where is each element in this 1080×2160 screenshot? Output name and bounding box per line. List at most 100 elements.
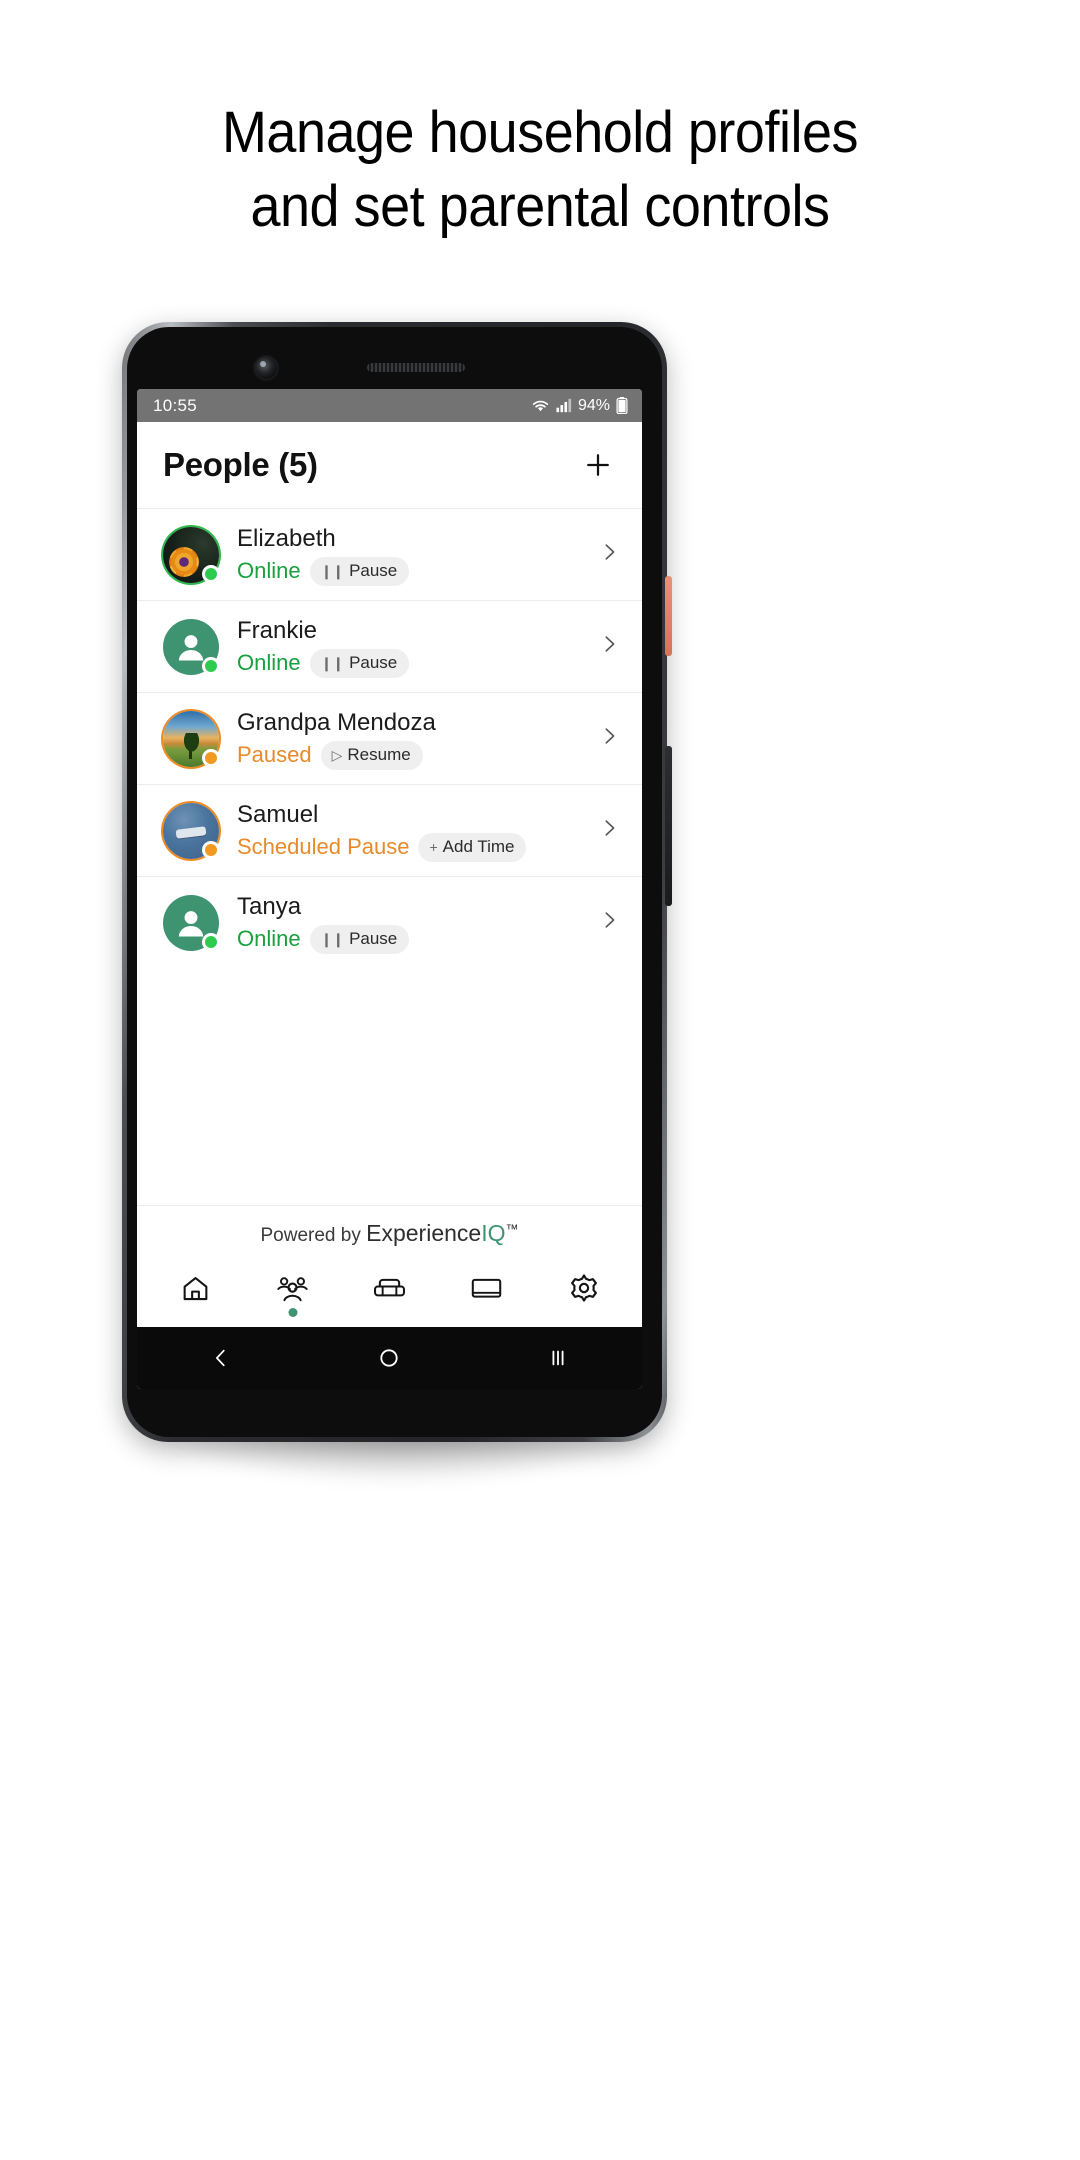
wifi-icon <box>532 400 549 412</box>
row-content: Grandpa Mendoza Paused ▷ Resume <box>237 708 588 770</box>
earpiece-speaker <box>367 363 465 372</box>
status-bar-time: 10:55 <box>153 395 198 415</box>
row-content: Frankie Online ❙❙ Pause <box>237 616 588 678</box>
chevron-right-icon[interactable] <box>598 909 620 936</box>
people-list: Elizabeth Online ❙❙ Pause Frankie Online… <box>137 508 642 968</box>
active-tab-indicator <box>288 1308 297 1317</box>
person-status-row: Online ❙❙ Pause <box>237 556 588 586</box>
battery-percent-label: 94% <box>577 396 610 414</box>
app-title: People (5) <box>163 446 318 483</box>
chevron-right-icon[interactable] <box>598 633 620 660</box>
front-camera-icon <box>255 357 277 379</box>
table-row[interactable]: Tanya Online ❙❙ Pause <box>137 876 642 968</box>
pause-icon: ❙❙ <box>320 930 345 947</box>
tab-people[interactable] <box>262 1260 324 1317</box>
phone-bezel: 10:55 94% People (5) Elizabeth Online ❙❙… <box>127 327 662 1437</box>
status-bar-icons: 94% <box>531 397 628 415</box>
person-name: Grandpa Mendoza <box>237 708 436 736</box>
tab-home[interactable] <box>165 1260 227 1316</box>
chevron-right-icon[interactable] <box>598 541 620 568</box>
home-circle-icon <box>380 1349 399 1367</box>
android-home-button[interactable] <box>354 1336 424 1380</box>
person-status-row: Online ❙❙ Pause <box>237 924 588 954</box>
pause-button-label: Pause <box>349 652 398 672</box>
home-icon <box>183 1276 208 1300</box>
tab-places[interactable] <box>359 1260 421 1316</box>
person-name: Elizabeth <box>237 524 336 552</box>
gear-icon <box>570 1274 597 1302</box>
volume-button[interactable] <box>665 746 672 906</box>
avatar <box>163 618 220 675</box>
status-dot-online <box>202 932 220 951</box>
person-name: Tanya <box>237 892 302 920</box>
person-status-row: Online ❙❙ Pause <box>237 648 588 678</box>
table-row[interactable]: Frankie Online ❙❙ Pause <box>137 600 642 692</box>
status-label: Online <box>237 558 301 583</box>
page-title: Manage household profiles and set parent… <box>38 96 1042 244</box>
add-time-button-label: Add Time <box>442 836 515 856</box>
status-label: Paused <box>237 742 312 767</box>
empty-list-area <box>137 968 642 1205</box>
chevron-right-icon[interactable] <box>598 817 620 844</box>
headline-line-2: and set parental controls <box>250 174 830 239</box>
row-content: Tanya Online ❙❙ Pause <box>237 892 588 954</box>
brand-name-experience: Experience <box>366 1220 482 1246</box>
status-label: Online <box>237 926 301 951</box>
bottom-tab-bar <box>137 1253 642 1327</box>
avatar <box>163 710 220 767</box>
android-recents-button[interactable] <box>523 1336 593 1380</box>
avatar <box>163 526 220 583</box>
monitor-icon <box>471 1278 502 1298</box>
android-navigation-bar <box>137 1327 642 1389</box>
trademark-symbol: ™ <box>505 1221 519 1237</box>
power-button[interactable] <box>665 576 672 656</box>
back-icon <box>216 1349 225 1367</box>
row-content: Elizabeth Online ❙❙ Pause <box>237 524 588 586</box>
pause-button[interactable]: ❙❙ Pause <box>309 556 410 586</box>
avatar <box>163 894 220 951</box>
pause-icon: ❙❙ <box>320 562 345 579</box>
plus-icon: + <box>429 838 438 855</box>
people-group-icon <box>277 1276 308 1301</box>
avatar <box>163 802 220 859</box>
person-status-row: Paused ▷ Resume <box>237 740 588 770</box>
chevron-right-icon[interactable] <box>598 725 620 752</box>
status-bar: 10:55 94% <box>137 389 642 422</box>
app-header: People (5) <box>137 422 642 508</box>
pause-button[interactable]: ❙❙ Pause <box>309 648 410 678</box>
pause-button[interactable]: ❙❙ Pause <box>309 924 410 954</box>
pause-button-label: Pause <box>349 560 398 580</box>
battery-icon <box>616 397 628 414</box>
person-name: Frankie <box>237 616 318 644</box>
table-row[interactable]: Samuel Scheduled Pause + Add Time <box>137 784 642 876</box>
pause-button-label: Pause <box>349 928 398 948</box>
resume-button-label: Resume <box>347 744 411 764</box>
tab-devices[interactable] <box>456 1260 518 1316</box>
plus-icon <box>587 454 609 476</box>
table-row[interactable]: Elizabeth Online ❙❙ Pause <box>137 508 642 600</box>
add-time-button[interactable]: + Add Time <box>418 832 527 862</box>
cellular-signal-icon <box>556 398 572 413</box>
powered-by-footer: Powered by ExperienceIQ™ <box>137 1205 642 1253</box>
row-content: Samuel Scheduled Pause + Add Time <box>237 800 588 862</box>
status-dot-paused <box>202 840 220 859</box>
recents-icon <box>552 1350 564 1366</box>
status-dot-paused <box>202 748 220 767</box>
play-icon: ▷ <box>331 746 343 763</box>
pause-icon: ❙❙ <box>320 654 345 671</box>
sofa-icon <box>374 1278 405 1296</box>
android-back-button[interactable] <box>186 1336 256 1380</box>
brand-name-iq: IQ <box>481 1220 506 1246</box>
resume-button[interactable]: ▷ Resume <box>320 740 423 770</box>
status-label: Online <box>237 650 301 675</box>
status-label: Scheduled Pause <box>237 834 410 859</box>
table-row[interactable]: Grandpa Mendoza Paused ▷ Resume <box>137 692 642 784</box>
person-name: Samuel <box>237 800 319 828</box>
tab-settings[interactable] <box>553 1260 615 1316</box>
status-dot-online <box>202 564 220 583</box>
phone-mockup: 10:55 94% People (5) Elizabeth Online ❙❙… <box>122 322 672 1442</box>
add-person-button[interactable] <box>578 445 618 485</box>
status-dot-online <box>202 656 220 675</box>
headline-line-1: Manage household profiles <box>221 100 859 165</box>
powered-by-prefix: Powered by <box>260 1225 367 1246</box>
